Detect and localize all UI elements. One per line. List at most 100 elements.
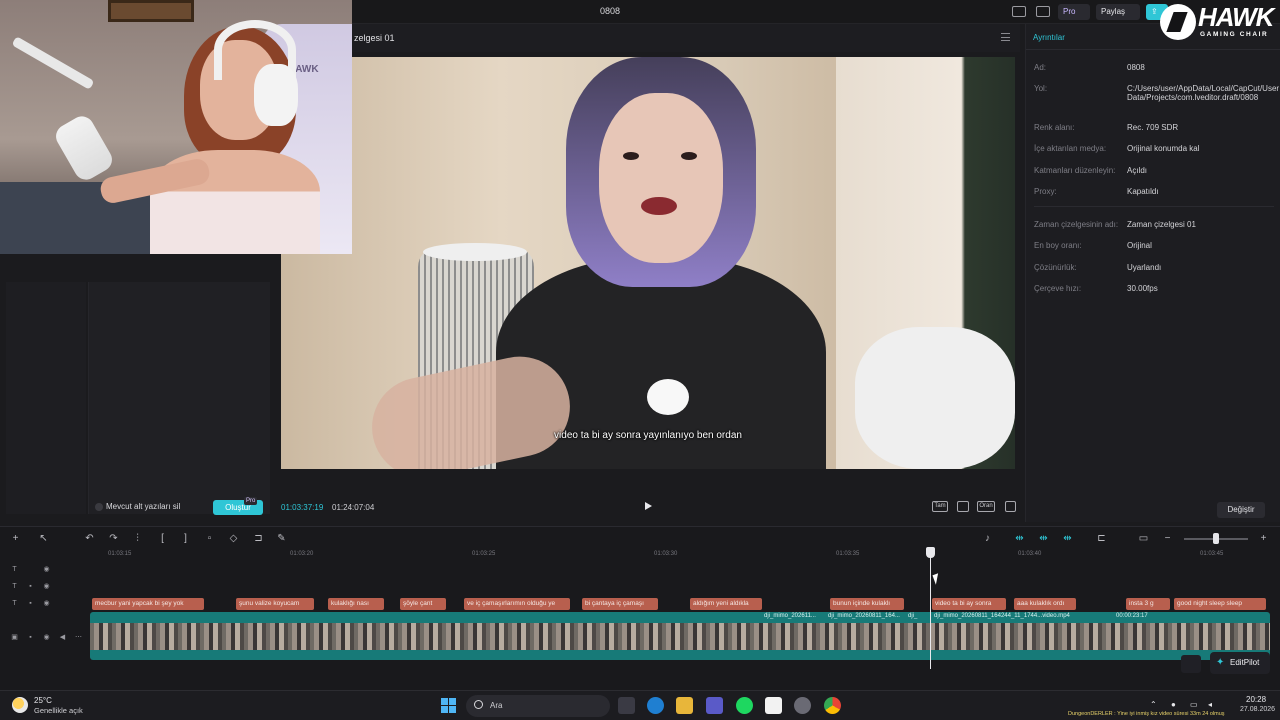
redo-icon[interactable]: ↷	[108, 533, 119, 544]
share-button[interactable]: Paylaş	[1096, 4, 1140, 20]
delete-captions-checkbox[interactable]	[95, 503, 103, 511]
windows-start-icon[interactable]	[441, 698, 456, 713]
weather-icon[interactable]	[12, 697, 28, 713]
eye-icon[interactable]: ◉	[42, 565, 51, 574]
pointer-icon[interactable]	[1181, 655, 1201, 673]
file-explorer-icon[interactable]	[676, 697, 693, 714]
chrome-icon[interactable]	[824, 697, 841, 714]
caption-track-header: T ▪ ◉	[6, 597, 86, 611]
editpilot-button[interactable]: ✦ EditPilot	[1210, 652, 1270, 674]
caption-clip[interactable]: insta 3 g	[1126, 598, 1170, 610]
video-clip[interactable]: dji_mimo_202611... dji_mimo_20260811_164…	[90, 612, 1270, 660]
crop-icon[interactable]	[957, 501, 969, 512]
steam-icon[interactable]	[794, 697, 811, 714]
ratio-button[interactable]: Oran	[977, 501, 995, 512]
split-icon[interactable]: ⫶	[132, 533, 143, 544]
caption-clip[interactable]: bi çantaya iç çamaşı	[582, 598, 658, 610]
magic-icon[interactable]: ✎	[276, 533, 287, 544]
playhead[interactable]	[930, 549, 931, 669]
current-timecode: 01:03:37:19	[281, 503, 324, 512]
network-icon[interactable]: ▭	[1190, 700, 1198, 709]
taskbar-search[interactable]: Ara	[466, 695, 610, 717]
bag	[855, 327, 1015, 469]
delete-captions-label: Mevcut alt yazıları sil	[106, 502, 181, 511]
video-frame[interactable]: video ta bi ay sonra yayınlanıyo ben ord…	[281, 57, 1015, 469]
zoom-in-icon[interactable]: +	[1258, 533, 1269, 544]
spotify-icon[interactable]	[736, 697, 753, 714]
detail-value: 0808	[1127, 63, 1145, 72]
video-track-icon: ▣	[11, 634, 18, 641]
change-button[interactable]: Değiştir	[1217, 502, 1265, 518]
microphone-icon[interactable]: ♪	[982, 533, 993, 544]
eye-icon[interactable]: ◉	[42, 599, 51, 608]
eye-icon[interactable]: ◉	[42, 582, 51, 591]
detail-value: Kapatıldı	[1127, 187, 1159, 196]
caption-clip[interactable]: video ta bi ay sonra	[932, 598, 1006, 610]
editpilot-label: EditPilot	[1230, 658, 1260, 667]
detail-value: Rec. 709 SDR	[1127, 123, 1179, 132]
lock-icon[interactable]: ▪	[26, 633, 35, 642]
tab-details[interactable]: Ayrıntılar	[1033, 33, 1065, 42]
caption-clip[interactable]: good night sleep sleep	[1174, 598, 1266, 610]
tray-chevron-icon[interactable]: ⌃	[1150, 700, 1157, 709]
edge-icon[interactable]	[647, 697, 664, 714]
delete-icon[interactable]: ▫	[204, 533, 215, 544]
timeline: + ↖ ↶ ↷ ⫶ [ ] ▫ ◇ ⊐ ✎ ♪ ⇹ ⇹ ⇹ ⊏ ▭ − + 01…	[0, 526, 1280, 690]
play-icon[interactable]	[645, 502, 652, 510]
select-tool-icon[interactable]: ↖	[38, 533, 49, 544]
caption-clip[interactable]: şöyle çant	[400, 598, 446, 610]
menu-icon[interactable]	[1001, 33, 1010, 41]
microphone-tray-icon[interactable]: ●	[1171, 700, 1176, 709]
lock-icon[interactable]: ▪	[26, 582, 35, 591]
detail-value: Zaman çizelgesi 01	[1127, 220, 1196, 229]
video-subtitle: video ta bi ay sonra yayınlanıyo ben ord…	[554, 430, 742, 441]
weather-description[interactable]: Genellikle açık	[34, 706, 83, 715]
shield-icon[interactable]: ◇	[228, 533, 239, 544]
layout-icon[interactable]	[1012, 6, 1026, 17]
snap-icon[interactable]: ⇹	[1062, 533, 1073, 544]
caption-clip[interactable]: aldığım yeni aldıkla	[690, 598, 762, 610]
fullscreen-mode-button[interactable]: Tam	[932, 501, 948, 512]
eye-icon[interactable]: ◉	[42, 633, 51, 642]
timeline-name: zelgesi 01	[354, 33, 395, 43]
add-icon[interactable]: +	[10, 533, 21, 544]
detail-label: İçe aktarılan medya:	[1034, 144, 1107, 153]
weather-temperature[interactable]: 25°C	[34, 696, 52, 705]
preview-axis-icon[interactable]: ▭	[1138, 533, 1149, 544]
person-face	[599, 93, 723, 263]
caption-clip[interactable]: mecbur yani yapcak bi şey yok	[92, 598, 204, 610]
lock-icon[interactable]: ▪	[26, 599, 35, 608]
zoom-out-icon[interactable]: −	[1162, 533, 1173, 544]
clock-date[interactable]: 27.08.2026	[1240, 706, 1275, 713]
detail-label: Proxy:	[1034, 187, 1057, 196]
link-icon[interactable]: ⇹	[1014, 533, 1025, 544]
time-ruler[interactable]: 01:03:15 01:03:20 01:03:25 01:03:30 01:0…	[90, 549, 1280, 563]
undo-icon[interactable]: ↶	[84, 533, 95, 544]
split-view-icon[interactable]: ⊏	[1096, 533, 1107, 544]
shortcut-icon[interactable]	[1036, 6, 1050, 17]
expand-icon[interactable]	[1005, 501, 1016, 512]
stream-ticker: DungeonDERLER : Yine iyi inmiş kız video…	[1068, 711, 1225, 717]
caption-clip[interactable]: ve iç çamaşırlarımın olduğu ye	[464, 598, 570, 610]
player-controls: 01:03:37:19 01:24:07:04 Tam Oran	[276, 497, 1020, 517]
volume-icon[interactable]: ◂	[1208, 700, 1212, 709]
detail-label: En boy oranı:	[1034, 241, 1082, 250]
more-icon[interactable]: ⋯	[74, 633, 83, 642]
magnet-icon[interactable]: ⇹	[1038, 533, 1049, 544]
pro-button[interactable]: Pro	[1058, 4, 1090, 20]
caption-clip[interactable]: bunun içinde kulaklı	[830, 598, 904, 610]
clock-time[interactable]: 20:28	[1246, 695, 1266, 704]
caption-clip[interactable]: kulaklığı nası	[328, 598, 384, 610]
trim-right-icon[interactable]: ]	[180, 533, 191, 544]
capcut-icon[interactable]	[765, 697, 782, 714]
teams-icon[interactable]	[706, 697, 723, 714]
trim-left-icon[interactable]: [	[157, 533, 168, 544]
task-view-icon[interactable]	[618, 697, 635, 714]
crop-tool-icon[interactable]: ⊐	[253, 533, 264, 544]
clip-label: dji_mimo_20260811_164...	[828, 613, 900, 619]
caption-clip[interactable]: aaa kulaklık ordı	[1014, 598, 1076, 610]
playhead-handle[interactable]	[926, 547, 935, 558]
audio-icon[interactable]: ◀	[58, 633, 67, 642]
zoom-slider-handle[interactable]	[1213, 533, 1219, 544]
caption-clip[interactable]: şunu valize koyucam	[236, 598, 314, 610]
